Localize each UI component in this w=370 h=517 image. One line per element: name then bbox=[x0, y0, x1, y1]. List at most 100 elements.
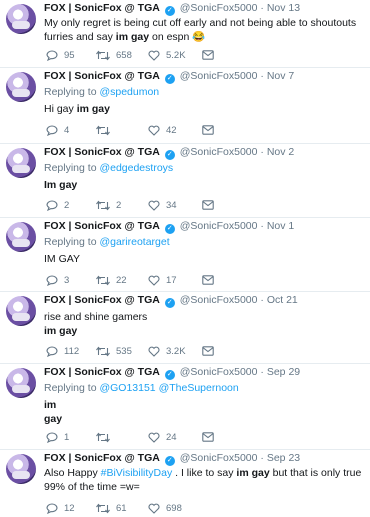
avatar[interactable] bbox=[6, 368, 36, 398]
author-name[interactable]: FOX | SonicFox @ TGA bbox=[44, 294, 160, 306]
tweet-date[interactable]: Oct 21 bbox=[267, 294, 298, 306]
reply-button[interactable]: 4 bbox=[46, 125, 69, 136]
dm-button[interactable] bbox=[202, 432, 214, 442]
avatar[interactable] bbox=[6, 454, 36, 484]
author-name[interactable]: FOX | SonicFox @ TGA bbox=[44, 70, 160, 82]
mention-link[interactable]: @TheSupernoon bbox=[159, 382, 239, 394]
author-handle[interactable]: @SonicFox5000 bbox=[180, 294, 258, 306]
avatar[interactable] bbox=[6, 222, 36, 252]
tweet[interactable]: FOX | SonicFox @ TGA ✓ @SonicFox5000 · N… bbox=[0, 68, 370, 144]
like-button[interactable]: 5.2K bbox=[148, 50, 186, 61]
dm-icon bbox=[202, 50, 214, 60]
dm-button[interactable] bbox=[202, 346, 214, 356]
reply-button[interactable]: 12 bbox=[46, 503, 75, 514]
retweet-icon bbox=[96, 125, 110, 136]
dm-button[interactable] bbox=[202, 200, 214, 210]
separator: · bbox=[260, 452, 264, 464]
reply-count: 95 bbox=[64, 50, 75, 61]
like-count: 3.2K bbox=[166, 346, 186, 357]
retweet-button[interactable] bbox=[96, 432, 116, 443]
mention-link[interactable]: @garireotarget bbox=[99, 236, 169, 248]
tweet[interactable]: FOX | SonicFox @ TGA ✓ @SonicFox5000 · O… bbox=[0, 292, 370, 364]
retweet-button[interactable]: 658 bbox=[96, 50, 132, 61]
dm-button[interactable] bbox=[202, 125, 214, 135]
like-button[interactable]: 17 bbox=[148, 275, 177, 286]
tweet[interactable]: FOX | SonicFox @ TGA ✓ @SonicFox5000 · N… bbox=[0, 0, 370, 68]
reply-button[interactable]: 1 bbox=[46, 432, 69, 443]
reply-button[interactable]: 112 bbox=[46, 346, 79, 357]
tweet-date[interactable]: Sep 23 bbox=[267, 452, 300, 464]
like-button[interactable]: 3.2K bbox=[148, 346, 186, 357]
author-handle[interactable]: @SonicFox5000 bbox=[180, 146, 258, 158]
reply-icon bbox=[46, 200, 58, 211]
tweet[interactable]: FOX | SonicFox @ TGA ✓ @SonicFox5000 · S… bbox=[0, 364, 370, 450]
reply-button[interactable]: 2 bbox=[46, 200, 69, 211]
tweet[interactable]: FOX | SonicFox @ TGA ✓ @SonicFox5000 · N… bbox=[0, 144, 370, 218]
like-button[interactable]: 34 bbox=[148, 200, 177, 211]
tweet-header: FOX | SonicFox @ TGA ✓ @SonicFox5000 · O… bbox=[44, 294, 364, 308]
author-handle[interactable]: @SonicFox5000 bbox=[180, 452, 258, 464]
retweet-button[interactable] bbox=[96, 125, 116, 136]
verified-icon: ✓ bbox=[164, 370, 175, 380]
replying-to: Replying to @garireotarget bbox=[44, 236, 170, 248]
tweet-text: IM GAY bbox=[44, 253, 80, 265]
like-button[interactable]: 42 bbox=[148, 125, 177, 136]
tweet-date[interactable]: Nov 1 bbox=[267, 220, 294, 232]
like-count: 24 bbox=[166, 432, 177, 443]
retweet-button[interactable]: 535 bbox=[96, 346, 132, 357]
avatar[interactable] bbox=[6, 4, 36, 34]
reply-count: 4 bbox=[64, 125, 70, 136]
author-name[interactable]: FOX | SonicFox @ TGA bbox=[44, 146, 160, 158]
tweet-date[interactable]: Nov 7 bbox=[267, 70, 294, 82]
hashtag-link[interactable]: #BiVisibilityDay bbox=[101, 467, 173, 479]
like-count: 34 bbox=[166, 200, 177, 211]
tweet-text: im gay bbox=[44, 399, 63, 425]
tweet-date[interactable]: Sep 29 bbox=[267, 366, 300, 378]
like-icon bbox=[148, 503, 160, 514]
tweet-text: My only regret is being cut off early an… bbox=[44, 17, 357, 43]
tweet-date[interactable]: Nov 13 bbox=[267, 2, 300, 14]
author-name[interactable]: FOX | SonicFox @ TGA bbox=[44, 220, 160, 232]
reply-icon bbox=[46, 346, 58, 357]
author-name[interactable]: FOX | SonicFox @ TGA bbox=[44, 366, 160, 378]
tweet-text: Also Happy #BiVisibilityDay . I like to … bbox=[44, 467, 362, 493]
author-name[interactable]: FOX | SonicFox @ TGA bbox=[44, 452, 160, 464]
author-handle[interactable]: @SonicFox5000 bbox=[180, 2, 258, 14]
reply-button[interactable]: 3 bbox=[46, 275, 69, 286]
retweet-button[interactable]: 2 bbox=[96, 200, 121, 211]
tweet[interactable]: FOX | SonicFox @ TGA ✓ @SonicFox5000 · N… bbox=[0, 218, 370, 292]
mention-link[interactable]: @spedumon bbox=[99, 86, 159, 98]
avatar[interactable] bbox=[6, 148, 36, 178]
dm-button[interactable] bbox=[202, 275, 214, 285]
retweet-icon bbox=[96, 275, 110, 286]
tweet[interactable]: FOX | SonicFox @ TGA ✓ @SonicFox5000 · S… bbox=[0, 450, 370, 514]
reply-button[interactable]: 95 bbox=[46, 50, 75, 61]
reply-count: 112 bbox=[64, 346, 80, 357]
retweet-button[interactable]: 22 bbox=[96, 275, 127, 286]
like-button[interactable]: 24 bbox=[148, 432, 177, 443]
avatar[interactable] bbox=[6, 296, 36, 326]
tweet-header: FOX | SonicFox @ TGA ✓ @SonicFox5000 · N… bbox=[44, 70, 364, 84]
like-icon bbox=[148, 125, 160, 136]
replying-to: Replying to @spedumon bbox=[44, 86, 160, 98]
verified-icon: ✓ bbox=[164, 74, 175, 84]
reply-icon bbox=[46, 50, 58, 61]
avatar[interactable] bbox=[6, 72, 36, 102]
author-handle[interactable]: @SonicFox5000 bbox=[180, 366, 258, 378]
dm-button[interactable] bbox=[202, 50, 214, 60]
mention-link[interactable]: @edgedestroys bbox=[99, 162, 173, 174]
author-handle[interactable]: @SonicFox5000 bbox=[180, 70, 258, 82]
verified-icon: ✓ bbox=[164, 150, 175, 160]
separator: · bbox=[260, 70, 264, 82]
retweet-button[interactable]: 61 bbox=[96, 503, 127, 514]
author-name[interactable]: FOX | SonicFox @ TGA bbox=[44, 2, 160, 14]
author-handle[interactable]: @SonicFox5000 bbox=[180, 220, 258, 232]
tweet-text: Hi gay im gay bbox=[44, 103, 110, 115]
reply-count: 12 bbox=[64, 503, 75, 514]
mention-link[interactable]: @GO13151 bbox=[99, 382, 155, 394]
separator: · bbox=[260, 2, 264, 14]
reply-count: 3 bbox=[64, 275, 70, 286]
like-button[interactable]: 698 bbox=[148, 503, 182, 514]
dm-icon bbox=[202, 346, 214, 356]
tweet-date[interactable]: Nov 2 bbox=[267, 146, 294, 158]
